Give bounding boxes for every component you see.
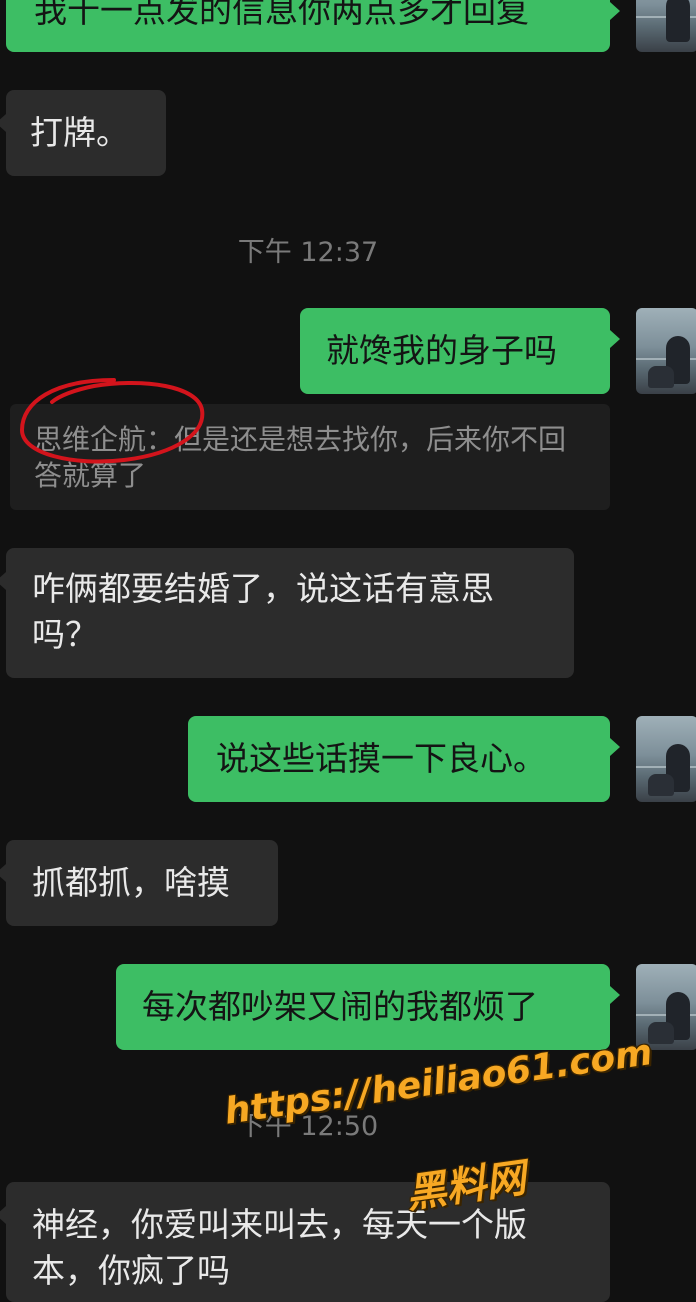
message-text: 每次都吵架又闹的我都烦了: [142, 987, 538, 1026]
annotation-circle: [19, 378, 205, 464]
message-bubble-sent[interactable]: 就馋我的身子吗: [300, 308, 620, 394]
message-bubble-received[interactable]: 打牌。: [0, 90, 166, 176]
message-bubble-sent[interactable]: 我十一点发的信息你两点多才回复: [6, 0, 620, 52]
avatar[interactable]: [636, 716, 696, 802]
message-bubble-sent[interactable]: 每次都吵架又闹的我都烦了: [116, 964, 620, 1050]
message-bubble-received[interactable]: 抓都抓，啥摸: [0, 840, 278, 926]
message-bubble-sent[interactable]: 说这些话摸一下良心。: [188, 716, 620, 802]
timestamp: 下午 12:37: [237, 237, 379, 268]
message-text: 打牌。: [30, 113, 129, 152]
message-text: 神经，你爱叫来叫去，每天一个版本，你疯了吗: [32, 1205, 527, 1290]
message-text: 咋俩都要结婚了，说这话有意思吗？: [32, 569, 494, 654]
avatar[interactable]: [636, 0, 696, 52]
avatar[interactable]: [636, 308, 696, 394]
message-bubble-received[interactable]: 咋俩都要结婚了，说这话有意思吗？: [0, 548, 574, 678]
message-text: 就馋我的身子吗: [326, 331, 557, 370]
message-text: 说这些话摸一下良心。: [216, 739, 546, 778]
message-text: 抓都抓，啥摸: [32, 863, 230, 902]
message-text: 我十一点发的信息你两点多才回复: [34, 0, 529, 30]
